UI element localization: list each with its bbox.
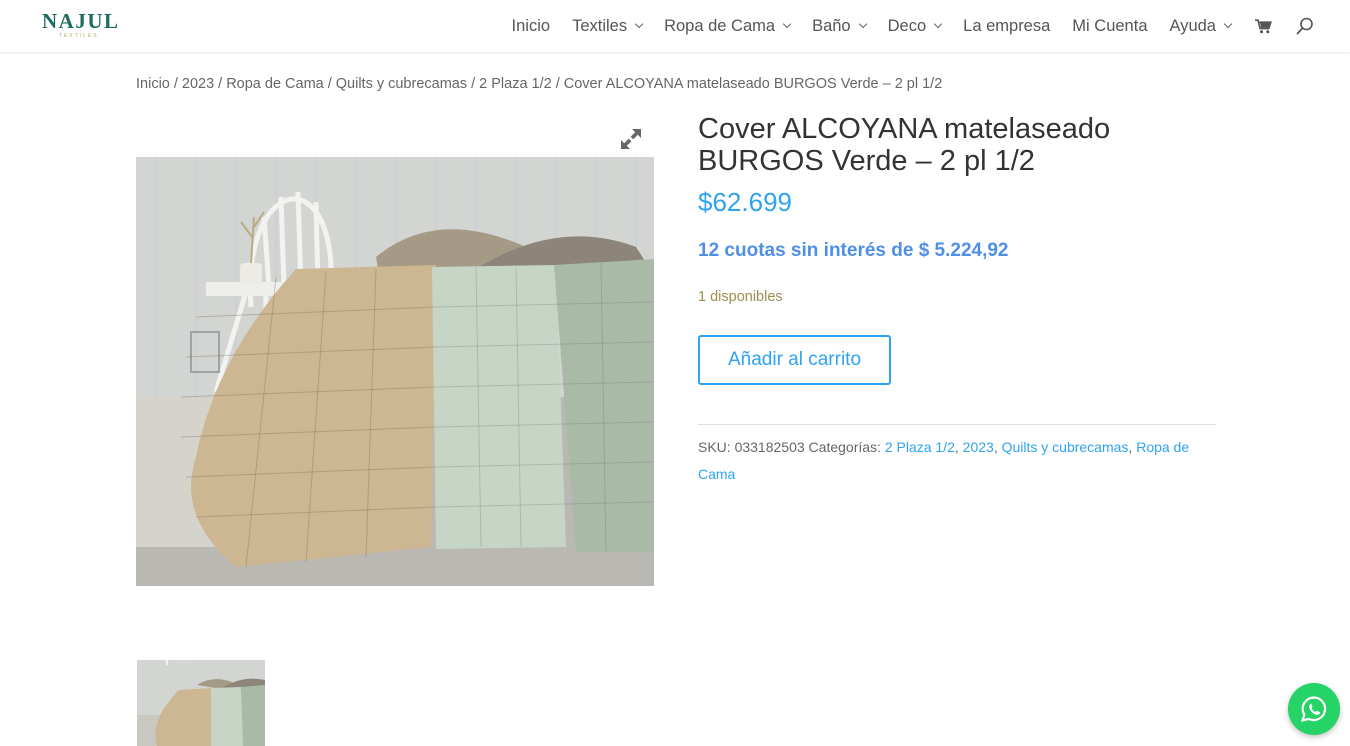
cart-icon[interactable] — [1255, 18, 1272, 34]
product-main-image[interactable] — [136, 157, 654, 586]
breadcrumb-link-quilts[interactable]: Quilts y cubrecamas — [336, 76, 467, 92]
sku-value: 033182503 — [734, 439, 805, 455]
nav-label: Ayuda — [1169, 16, 1217, 35]
nav-label: Textiles — [572, 16, 628, 35]
categories-label: Categorías: — [808, 439, 881, 455]
logo-subtitle: TEXTILES — [59, 33, 99, 39]
breadcrumb-separator: / — [471, 76, 476, 92]
chevron-down-icon — [634, 19, 644, 29]
nav-label: Mi Cuenta — [1072, 16, 1148, 35]
breadcrumb-link-inicio[interactable]: Inicio — [136, 76, 170, 92]
add-to-cart-button[interactable]: Añadir al carrito — [698, 335, 891, 385]
nav-item-la-empresa[interactable]: La empresa — [963, 17, 1050, 36]
main-nav: Inicio Textiles Ropa de Cama Baño Deco L… — [512, 0, 1314, 52]
category-link[interactable]: Quilts y cubrecamas — [1002, 439, 1129, 455]
divider — [698, 424, 1216, 425]
breadcrumb-link-ropa-de-cama[interactable]: Ropa de Cama — [226, 76, 324, 92]
nav-item-textiles[interactable]: Textiles — [572, 16, 644, 36]
nav-label: Deco — [887, 16, 927, 35]
product-thumbnail[interactable] — [137, 660, 265, 746]
product-title: Cover ALCOYANA matelaseado BURGOS Verde … — [698, 113, 1111, 177]
logo[interactable]: NAJUL TEXTILES — [42, 8, 124, 44]
chevron-down-icon — [933, 19, 943, 29]
breadcrumb-current: Cover ALCOYANA matelaseado BURGOS Verde … — [563, 76, 943, 92]
whatsapp-button[interactable] — [1288, 683, 1340, 735]
product-price: $62.699 — [698, 187, 792, 217]
nav-item-ayuda[interactable]: Ayuda — [1169, 16, 1233, 36]
nav-label: Ropa de Cama — [664, 16, 776, 35]
nav-label: Inicio — [511, 16, 551, 35]
breadcrumb-link-2-plaza[interactable]: 2 Plaza 1/2 — [479, 76, 552, 92]
site-header: NAJUL TEXTILES Inicio Textiles Ropa de C… — [0, 0, 1350, 52]
nav-item-mi-cuenta[interactable]: Mi Cuenta — [1072, 17, 1147, 36]
nav-label: Baño — [812, 16, 851, 35]
nav-label: La empresa — [963, 16, 1051, 35]
breadcrumb-link-2023[interactable]: 2023 — [182, 76, 214, 92]
product-meta: SKU: 033182503 Categorías: 2 Plaza 1/2, … — [698, 439, 1190, 482]
sku-label: SKU: — [698, 439, 731, 455]
breadcrumb-separator: / — [555, 76, 560, 92]
chevron-down-icon — [1223, 19, 1233, 29]
installments-text: 12 cuotas sin interés de $ 5.224,92 — [698, 240, 1009, 261]
nav-item-ropa-de-cama[interactable]: Ropa de Cama — [664, 16, 792, 36]
breadcrumb: Inicio/2023/Ropa de Cama / Quilts y cubrec… — [136, 76, 942, 92]
logo-text: NAJUL — [42, 9, 120, 33]
stock-status: 1 disponibles — [698, 289, 783, 305]
category-link[interactable]: 2 Plaza 1/2 — [885, 439, 955, 455]
chevron-down-icon — [782, 19, 792, 29]
breadcrumb-separator: / — [218, 76, 223, 92]
search-icon[interactable] — [1296, 17, 1314, 35]
category-link[interactable]: 2023 — [963, 439, 994, 455]
nav-item-bano[interactable]: Baño — [812, 16, 867, 36]
breadcrumb-separator: / — [173, 76, 178, 92]
breadcrumb-separator: / — [327, 76, 332, 92]
nav-item-inicio[interactable]: Inicio — [512, 17, 551, 36]
expand-icon[interactable] — [618, 126, 644, 152]
nav-item-deco[interactable]: Deco — [887, 16, 943, 36]
chevron-down-icon — [858, 19, 867, 29]
whatsapp-icon — [1301, 696, 1327, 723]
